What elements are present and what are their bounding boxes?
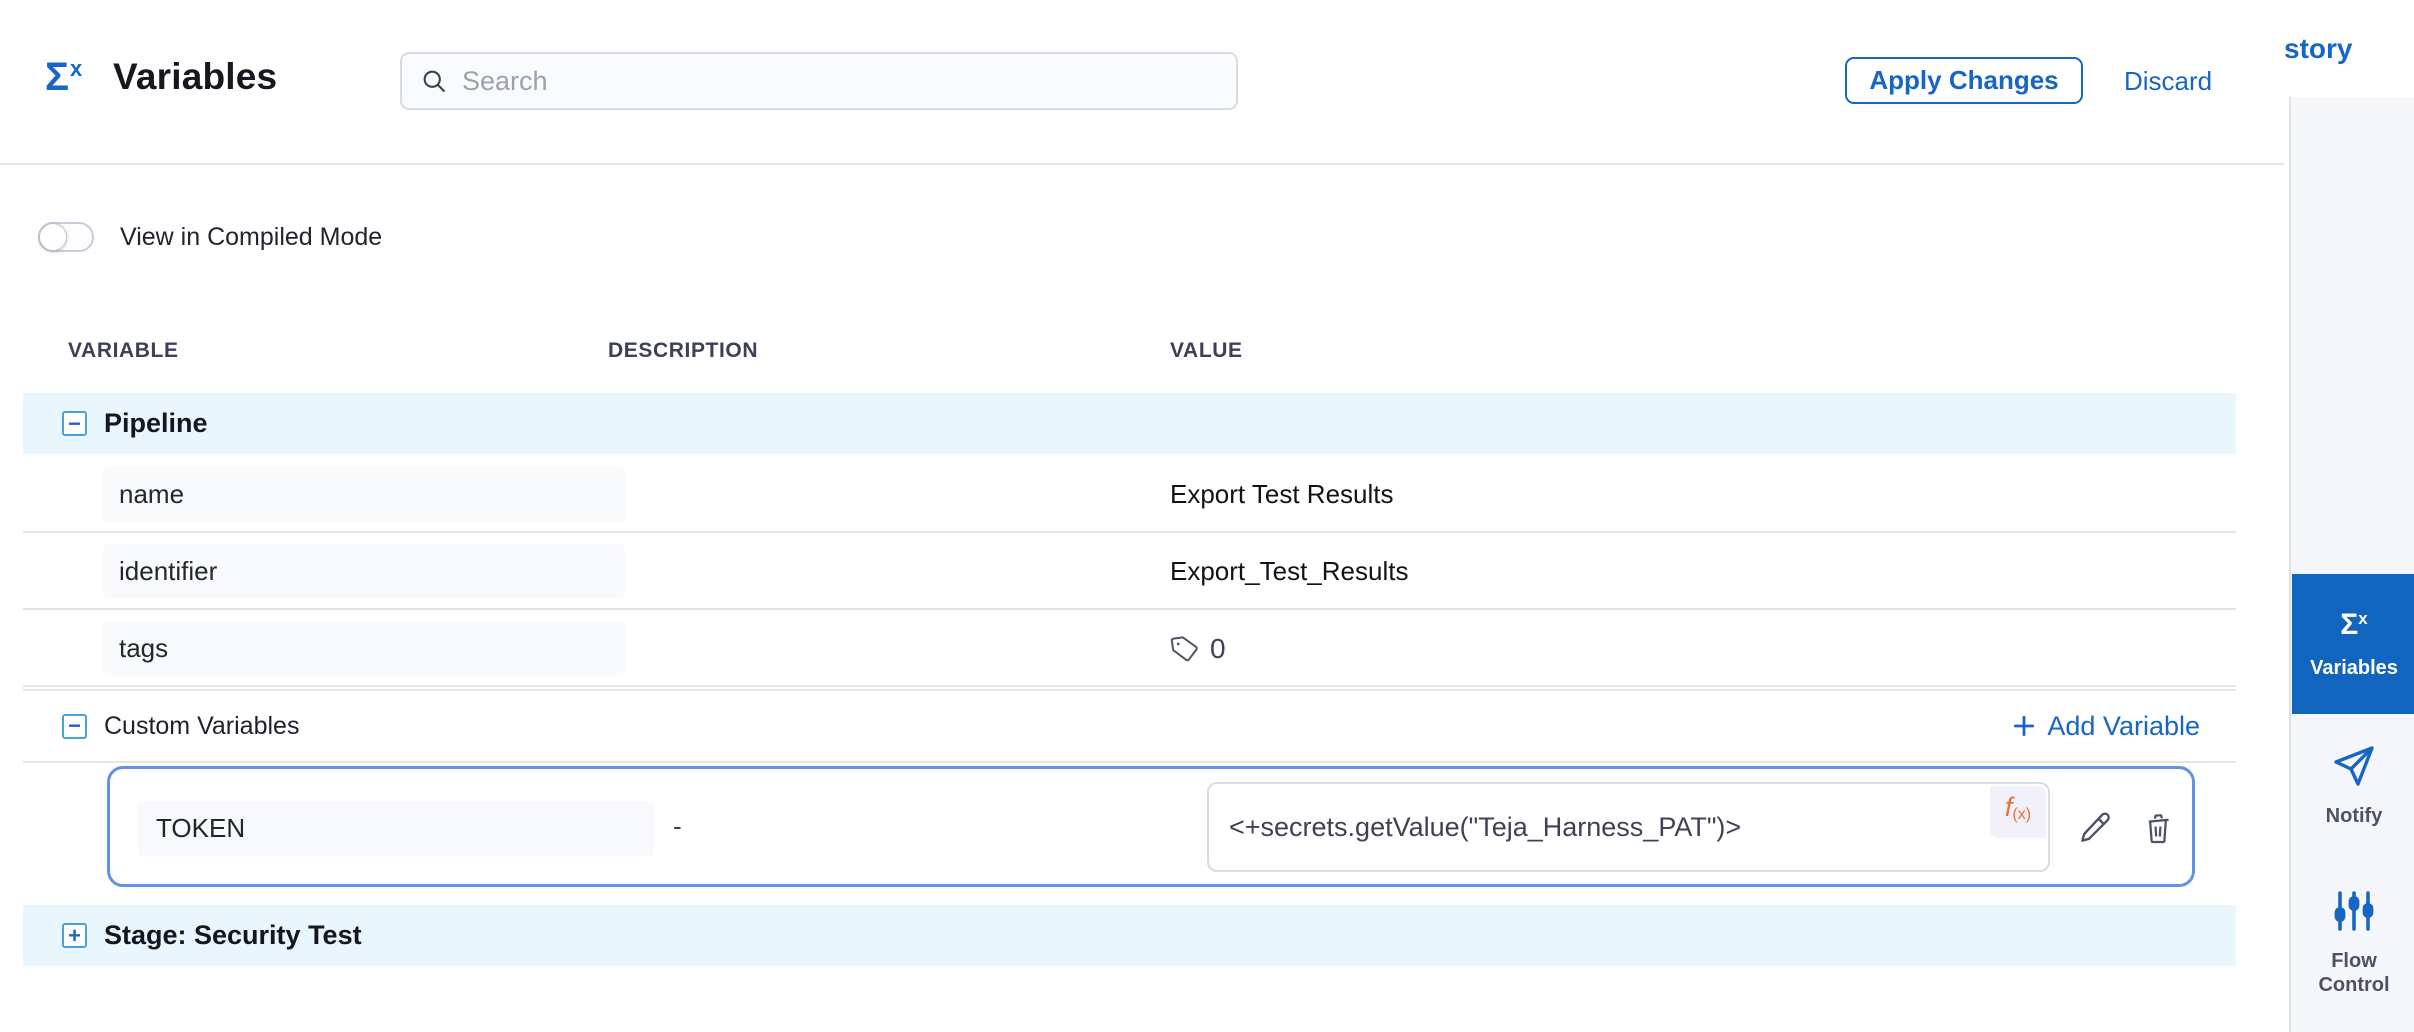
token-name-field[interactable]: TOKEN (138, 801, 654, 856)
variable-name-field[interactable]: name (103, 467, 625, 522)
trash-icon (2141, 811, 2175, 845)
edit-variable-button[interactable] (2075, 808, 2115, 848)
custom-variable-row-token[interactable]: TOKEN - f(x) (107, 766, 2195, 887)
history-link-truncated[interactable]: story (2284, 33, 2352, 64)
section-custom-variables: − Custom Variables Add Variable (23, 689, 2236, 763)
rail-item-label: Variables (2310, 656, 2398, 680)
sliders-icon (2330, 887, 2378, 935)
compiled-mode-toggle[interactable] (38, 222, 94, 252)
header-divider (0, 163, 2284, 165)
token-description: - (673, 769, 682, 884)
section-pipeline-title: Pipeline (104, 408, 208, 439)
column-header-variable: VARIABLE (68, 339, 179, 363)
tag-icon (1168, 632, 1202, 666)
compiled-mode-row: View in Compiled Mode (38, 219, 382, 255)
rail-item-notify[interactable]: Notify (2292, 742, 2414, 828)
paper-plane-icon (2330, 742, 2378, 790)
table-row-tags: tags 0 (23, 610, 2236, 687)
expand-icon[interactable]: + (62, 923, 87, 948)
page-title: Variables (113, 56, 277, 98)
collapse-icon[interactable]: − (62, 714, 87, 739)
variables-panel: Σx Variables Apply Changes Discard View … (0, 0, 2414, 1032)
pencil-icon (2077, 810, 2113, 846)
expression-fx-icon[interactable]: f(x) (1990, 786, 2046, 838)
variables-drawer: Σx Variables Apply Changes Discard View … (0, 0, 2288, 1032)
variables-sigma-icon: Σx (45, 56, 105, 98)
add-variable-button[interactable]: Add Variable (2011, 711, 2200, 742)
rail-item-variables[interactable]: Σx Variables (2292, 574, 2414, 714)
section-pipeline: − Pipeline (23, 393, 2236, 454)
rail-item-label: Notify (2326, 804, 2383, 828)
variables-sigma-icon-white: Σx (2340, 608, 2367, 642)
token-value-input-wrap: f(x) (1207, 782, 2050, 872)
token-value-input[interactable] (1209, 784, 2048, 870)
discard-button[interactable]: Discard (2124, 66, 2212, 97)
collapse-icon[interactable]: − (62, 411, 87, 436)
section-stage-title: Stage: Security Test (104, 920, 362, 951)
variable-identifier-value: Export_Test_Results (1170, 533, 1408, 610)
column-header-description: DESCRIPTION (608, 339, 758, 363)
table-row-identifier: identifier Export_Test_Results (23, 533, 2236, 610)
add-variable-label: Add Variable (2047, 711, 2200, 742)
plus-icon (2011, 713, 2037, 739)
right-rail: Σx Variables Notify FlowControl (2289, 97, 2414, 1032)
rail-item-flow-control[interactable]: FlowControl (2292, 887, 2414, 997)
search-box[interactable] (400, 52, 1238, 110)
search-input[interactable] (462, 66, 1218, 97)
toggle-knob (39, 223, 67, 251)
variable-tags-value: 0 (1170, 610, 1226, 687)
section-stage-security-test: + Stage: Security Test (23, 905, 2236, 966)
apply-changes-button[interactable]: Apply Changes (1845, 57, 2083, 104)
compiled-mode-label: View in Compiled Mode (120, 223, 382, 252)
tags-count: 0 (1210, 633, 1226, 665)
history-link-clip: story (2284, 33, 2414, 73)
variable-tags-field[interactable]: tags (103, 621, 625, 676)
variable-identifier-field[interactable]: identifier (103, 544, 625, 599)
variable-name-value: Export Test Results (1170, 456, 1394, 533)
search-icon (420, 67, 448, 95)
delete-variable-button[interactable] (2138, 808, 2178, 848)
table-row-name: name Export Test Results (23, 456, 2236, 533)
column-header-value: VALUE (1170, 339, 1243, 363)
section-custom-variables-title: Custom Variables (104, 712, 299, 741)
rail-item-label: FlowControl (2318, 949, 2389, 997)
